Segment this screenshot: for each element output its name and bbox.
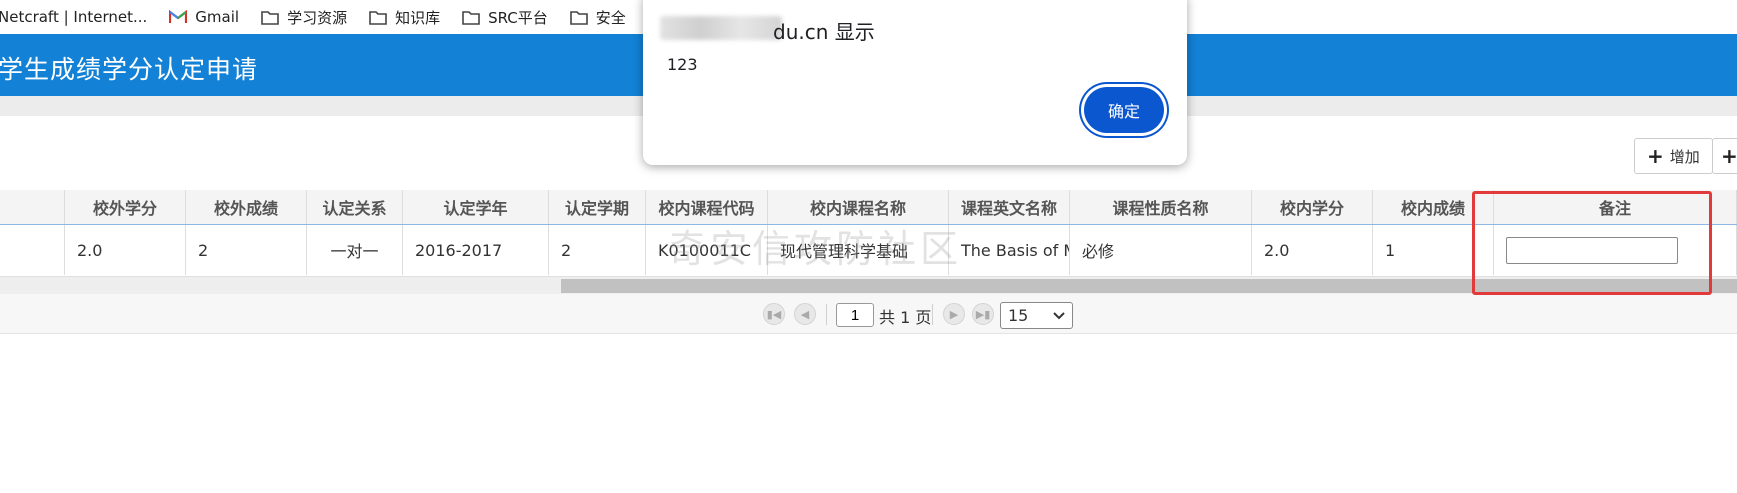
column-header[interactable]: 校外学分 — [65, 190, 186, 224]
dialog-message: 123 — [667, 55, 698, 74]
gmail-icon — [169, 10, 188, 23]
bookmark-label: SRC平台 — [488, 8, 548, 27]
table-cell: 2016-2017 — [403, 225, 549, 275]
page-size-value: 15 — [1008, 306, 1029, 325]
last-page-icon[interactable]: ▶▮ — [972, 303, 994, 325]
plus-icon: + — [1721, 144, 1737, 168]
page-size-select[interactable]: 15 — [1000, 302, 1073, 329]
folder-icon — [462, 10, 480, 25]
alert-dialog: du.cn 显示 123 确定 — [643, 0, 1187, 165]
bookmark-label: 知识库 — [395, 8, 441, 27]
column-header[interactable]: 课程英文名称 — [949, 190, 1070, 224]
first-page-icon[interactable]: ▮◀ — [763, 303, 785, 325]
watermark: 奇安信攻防社区 — [668, 218, 962, 273]
folder-icon — [369, 10, 387, 25]
second-toolbar-button[interactable]: + — [1712, 138, 1737, 174]
bookmark-folder-src[interactable]: SRC平台 — [462, 0, 548, 34]
table-cell: 必修 — [1070, 225, 1252, 275]
bookmark-folder-learning[interactable]: 学习资源 — [261, 0, 347, 34]
page-title: 学生成绩学分认定申请 — [0, 55, 259, 84]
bookmark-label: Netcraft | Internet... — [0, 8, 148, 26]
table-cell: 2 — [186, 225, 307, 275]
add-button[interactable]: + 增加 — [1634, 138, 1713, 174]
table-cell: The Basis of Mc — [949, 225, 1070, 275]
dialog-title: du.cn 显示 — [773, 20, 875, 44]
bookmark-netcraft[interactable]: Netcraft | Internet... — [0, 0, 147, 34]
ok-button[interactable]: 确定 — [1084, 87, 1164, 133]
column-header[interactable]: 认定关系 — [307, 190, 403, 224]
next-page-icon[interactable]: ▶ — [943, 303, 965, 325]
add-button-label: 增加 — [1669, 147, 1700, 166]
page-number-input[interactable] — [836, 303, 874, 327]
bookmark-label: 学习资源 — [287, 8, 348, 27]
chevron-down-icon — [1053, 312, 1065, 320]
pagination-bar: ▮◀ ◀ 共 1 页 ▶ ▶▮ 15 — [0, 294, 1737, 334]
column-header[interactable]: 校内学分 — [1252, 190, 1373, 224]
table-cell: 一对一 — [307, 225, 403, 275]
page-total: 共 1 页 — [879, 308, 932, 327]
column-header[interactable] — [0, 190, 65, 224]
prev-page-icon[interactable]: ◀ — [794, 303, 816, 325]
bookmark-folder-security[interactable]: 安全 — [569, 0, 626, 34]
table-cell: 2 — [549, 225, 646, 275]
folder-icon — [261, 10, 279, 25]
bookmark-label: Gmail — [195, 8, 240, 26]
blurred-domain — [660, 16, 782, 40]
pager-separator — [932, 304, 933, 325]
table-cell — [0, 225, 65, 275]
plus-icon: + — [1647, 144, 1664, 168]
column-header[interactable]: 认定学年 — [403, 190, 549, 224]
bookmark-gmail[interactable]: Gmail — [169, 0, 239, 34]
column-header[interactable]: 校外成绩 — [186, 190, 307, 224]
bookmark-folder-knowledge[interactable]: 知识库 — [369, 0, 440, 34]
column-header[interactable]: 课程性质名称 — [1070, 190, 1252, 224]
watermark-text: 奇安信攻防社区 — [668, 227, 963, 271]
bookmark-label: 安全 — [595, 8, 626, 27]
pager-separator — [826, 304, 827, 325]
table-cell: 2.0 — [65, 225, 186, 275]
folder-icon — [569, 10, 588, 25]
highlight-box — [1472, 191, 1712, 295]
table-cell: 2.0 — [1252, 225, 1373, 275]
column-header[interactable]: 认定学期 — [549, 190, 646, 224]
